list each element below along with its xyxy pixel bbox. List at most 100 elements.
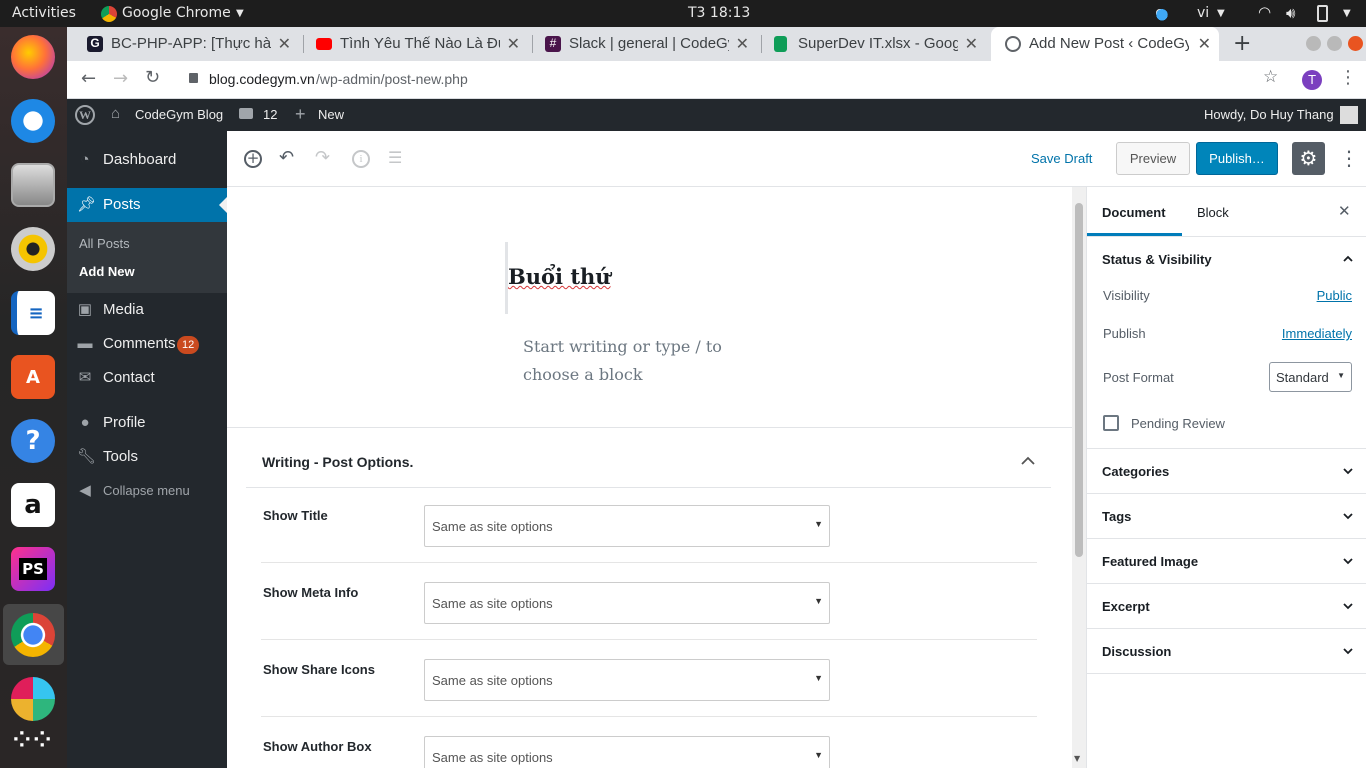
language-indicator[interactable]: vi [1197, 5, 1209, 21]
submenu-add-new[interactable]: Add New [79, 264, 135, 279]
block-placeholder-line1[interactable]: Start writing or type / to [523, 337, 722, 356]
lock-icon[interactable] [189, 73, 198, 83]
phpstorm-icon[interactable]: PS [11, 547, 55, 591]
comments-bubble-icon[interactable] [239, 108, 253, 119]
activities-button[interactable]: Activities [12, 5, 76, 21]
menu-contact[interactable]: ✉ Contact [67, 361, 227, 395]
submenu-all-posts[interactable]: All Posts [79, 236, 130, 251]
menu-posts[interactable]: 📌︎ Posts [67, 188, 227, 222]
profile-avatar[interactable]: T [1302, 70, 1322, 90]
close-tab-icon[interactable]: ✕ [278, 34, 291, 54]
add-block-icon[interactable]: + [244, 150, 262, 168]
new-content-link[interactable]: New [318, 107, 344, 122]
thunderbird-icon[interactable] [11, 99, 55, 143]
close-tab-icon[interactable]: ✕ [1198, 34, 1211, 54]
undo-icon[interactable]: ↶ [279, 147, 294, 168]
post-title-input[interactable]: Buổi thứ [508, 264, 611, 289]
howdy-user[interactable]: Howdy, Do Huy Thang [1204, 107, 1334, 122]
forward-icon[interactable]: → [113, 68, 128, 89]
bookmark-star-icon[interactable]: ☆ [1263, 67, 1278, 87]
home-icon[interactable]: ⌂ [111, 105, 120, 122]
scrollbar-thumb[interactable] [1075, 203, 1083, 557]
comments-count[interactable]: 12 [263, 107, 277, 122]
scroll-down-arrow-icon[interactable]: ▼ [1074, 754, 1080, 763]
tab-strip: G BC-PHP-APP: [Thực hàn ✕ Tình Yêu Thế N… [67, 27, 1366, 61]
wordpress-logo-icon[interactable]: W [75, 105, 95, 125]
close-tab-icon[interactable]: ✕ [965, 34, 978, 54]
menu-dashboard[interactable]: ◔ Dashboard [67, 143, 227, 177]
rhythmbox-icon[interactable] [11, 227, 55, 271]
menu-comments[interactable]: ▬ Comments 12 [67, 327, 227, 361]
block-placeholder-line2[interactable]: choose a block [523, 365, 643, 384]
volume-icon[interactable]: 🔊︎ [1286, 4, 1295, 22]
post-format-select[interactable]: Standard ▼ [1269, 362, 1352, 392]
minimize-window-icon[interactable] [1306, 36, 1321, 51]
tab-add-new-post[interactable]: Add New Post ‹ CodeGym ✕ [991, 27, 1219, 61]
back-icon[interactable]: ← [81, 68, 96, 89]
menu-profile[interactable]: ● Profile [67, 406, 227, 440]
categories-panel[interactable]: Categories [1087, 449, 1366, 494]
show-apps-icon[interactable]: ⁘⁘ [11, 719, 55, 763]
preview-button[interactable]: Preview [1116, 142, 1190, 175]
chevron-up-icon[interactable] [1343, 254, 1353, 264]
show-author-box-select[interactable]: Same as site options ▼ [424, 736, 830, 768]
save-draft-button[interactable]: Save Draft [1031, 151, 1092, 166]
amazon-icon[interactable]: a [11, 483, 55, 527]
omnibox[interactable]: blog.codegym.vn /wp-admin/post-new.php ☆ [167, 64, 1297, 94]
app-menu[interactable]: Google Chrome [122, 5, 231, 21]
settings-gear-icon[interactable]: ⚙ [1292, 142, 1325, 175]
info-icon[interactable]: i [352, 150, 370, 168]
select-value: Same as site options [432, 596, 553, 611]
visibility-link[interactable]: Public [1317, 288, 1352, 303]
wifi-icon[interactable]: ◠ [1258, 3, 1271, 21]
maximize-window-icon[interactable] [1327, 36, 1342, 51]
new-tab-button[interactable]: + [1233, 31, 1251, 56]
tab-bc-php-app[interactable]: G BC-PHP-APP: [Thực hàn ✕ [67, 27, 299, 61]
software-center-icon[interactable]: A [11, 355, 55, 399]
close-window-icon[interactable] [1348, 36, 1363, 51]
status-visibility-toggle[interactable]: Status & Visibility [1102, 252, 1212, 267]
pending-review-checkbox[interactable] [1103, 415, 1119, 431]
firefox-icon[interactable] [11, 35, 55, 79]
accessibility-icon[interactable] [1150, 4, 1170, 22]
publish-button[interactable]: Publish… [1196, 142, 1278, 175]
show-title-select[interactable]: Same as site options ▼ [424, 505, 830, 547]
discussion-panel[interactable]: Discussion [1087, 629, 1366, 674]
url-path: /wp-admin/post-new.php [316, 71, 468, 87]
tags-panel[interactable]: Tags [1087, 494, 1366, 539]
tab-document[interactable]: Document [1102, 205, 1166, 220]
collapse-menu-button[interactable]: ◀ Collapse menu [67, 474, 227, 508]
block-navigation-icon[interactable]: ☰ [388, 148, 402, 167]
system-menu-chevron-icon[interactable]: ▼ [1343, 8, 1351, 19]
site-name-link[interactable]: CodeGym Blog [135, 107, 223, 122]
more-options-icon[interactable]: ⋮ [1339, 146, 1359, 170]
close-tab-icon[interactable]: ✕ [736, 34, 749, 54]
show-meta-info-select[interactable]: Same as site options ▼ [424, 582, 830, 624]
close-sidebar-icon[interactable]: ✕ [1338, 202, 1351, 220]
user-avatar[interactable] [1340, 106, 1358, 124]
excerpt-panel[interactable]: Excerpt [1087, 584, 1366, 629]
battery-icon[interactable] [1317, 5, 1328, 22]
publish-date-link[interactable]: Immediately [1282, 326, 1352, 341]
help-icon[interactable]: ? [11, 419, 55, 463]
chrome-dock-icon[interactable] [11, 613, 55, 657]
collapse-chevron-up-icon[interactable] [1021, 456, 1035, 465]
chrome-menu-icon[interactable]: ⋮ [1339, 67, 1357, 88]
menu-media[interactable]: ▣ Media [67, 293, 227, 327]
writer-icon[interactable]: ≡ [11, 291, 55, 335]
reload-icon[interactable]: ↻ [145, 67, 160, 88]
featured-image-panel[interactable]: Featured Image [1087, 539, 1366, 584]
clock[interactable]: T3 18:13 [688, 5, 750, 21]
close-tab-icon[interactable]: ✕ [507, 34, 520, 54]
editor-scrollbar[interactable]: ▼ [1072, 187, 1086, 768]
slack-dock-icon[interactable] [11, 677, 55, 721]
tab-slack[interactable]: # Slack | general | CodeGy ✕ [525, 27, 757, 61]
redo-icon[interactable]: ↷ [315, 147, 330, 168]
show-share-icons-select[interactable]: Same as site options ▼ [424, 659, 830, 701]
tab-sheets[interactable]: SuperDev IT.xlsx - Googl ✕ [754, 27, 986, 61]
tab-youtube[interactable]: Tình Yêu Thế Nào Là Đủ ✕ [296, 27, 528, 61]
files-icon[interactable] [11, 163, 55, 207]
wp-admin-bar: W ⌂ CodeGym Blog 12 + New Howdy, Do Huy … [67, 99, 1366, 131]
tab-block[interactable]: Block [1197, 205, 1229, 220]
menu-tools[interactable]: 🔧︎ Tools [67, 440, 227, 474]
